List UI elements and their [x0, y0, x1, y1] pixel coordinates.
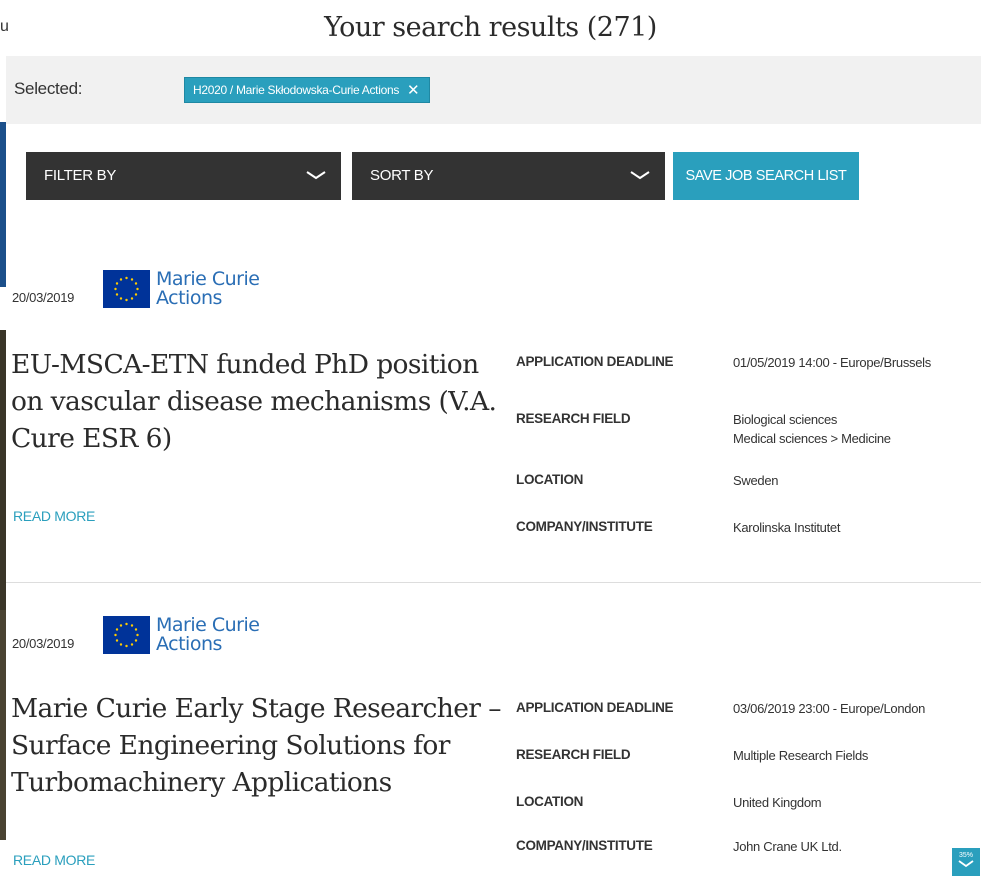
research-field-value: Biological sciences — [733, 412, 838, 427]
filter-by-dropdown[interactable]: FILTER BY — [26, 152, 341, 200]
deadline-label: APPLICATION DEADLINE — [516, 700, 674, 715]
job-listing: 20/03/2019 Marie Curie Actions EU-MSCA-E… — [6, 262, 981, 582]
location-label: LOCATION — [516, 472, 584, 487]
logo-text: Marie Curie Actions — [156, 270, 260, 309]
location-label: LOCATION — [516, 794, 584, 809]
deadline-value: 01/05/2019 14:00 - Europe/Brussels — [733, 355, 931, 370]
filter-by-label: FILTER BY — [44, 167, 117, 184]
deadline-label: APPLICATION DEADLINE — [516, 354, 674, 369]
chevron-down-icon — [958, 860, 974, 868]
read-more-link[interactable]: READ MORE — [13, 508, 95, 524]
job-date: 20/03/2019 — [12, 290, 75, 305]
filter-chip-label: H2020 / Marie Skłodowska-Curie Actions — [193, 83, 400, 97]
close-icon[interactable]: ✕ — [407, 83, 420, 98]
sort-by-label: SORT BY — [370, 167, 434, 184]
marie-curie-logo: Marie Curie Actions — [103, 270, 260, 309]
filter-chip[interactable]: H2020 / Marie Skłodowska-Curie Actions ✕ — [184, 77, 431, 103]
logo-text: Marie Curie Actions — [156, 616, 260, 655]
divider — [6, 582, 981, 583]
job-date: 20/03/2019 — [12, 636, 75, 651]
research-field-label: RESEARCH FIELD — [516, 411, 631, 426]
chevron-down-icon — [630, 171, 650, 180]
scroll-percent: 35% — [958, 852, 973, 859]
save-job-search-list-button[interactable]: SAVE JOB SEARCH LIST — [673, 152, 859, 200]
chevron-down-icon — [306, 171, 326, 180]
read-more-link[interactable]: READ MORE — [13, 852, 95, 868]
selected-label: Selected: — [14, 79, 83, 98]
location-value: Sweden — [733, 473, 779, 488]
page-title: Your search results (271) — [324, 12, 657, 43]
company-label: COMPANY/INSTITUTE — [516, 519, 653, 534]
company-label: COMPANY/INSTITUTE — [516, 838, 653, 853]
company-value: John Crane UK Ltd. — [733, 839, 842, 854]
research-field-value: Multiple Research Fields — [733, 748, 869, 763]
job-title[interactable]: EU-MSCA-ETN funded PhD position on vascu… — [11, 346, 501, 457]
job-listing: 20/03/2019 Marie Curie Actions Marie Cur… — [6, 608, 981, 876]
deadline-value: 03/06/2019 23:00 - Europe/London — [733, 701, 926, 716]
sort-by-dropdown[interactable]: SORT BY — [352, 152, 665, 200]
logo-line-2: Actions — [156, 287, 222, 309]
research-field-label: RESEARCH FIELD — [516, 747, 631, 762]
job-title[interactable]: Marie Curie Early Stage Researcher – Sur… — [11, 690, 501, 801]
logo-line-2: Actions — [156, 633, 222, 655]
scroll-progress-badge[interactable]: 35% — [952, 848, 980, 876]
eu-flag-icon — [103, 270, 150, 308]
company-value: Karolinska Institutet — [733, 520, 841, 535]
marie-curie-logo: Marie Curie Actions — [103, 616, 260, 655]
location-value: United Kingdom — [733, 795, 822, 810]
selected-filters-bar: Selected: H2020 / Marie Skłodowska-Curie… — [6, 56, 981, 124]
eu-flag-icon — [103, 616, 150, 654]
research-field-value: Medical sciences > Medicine — [733, 431, 891, 446]
